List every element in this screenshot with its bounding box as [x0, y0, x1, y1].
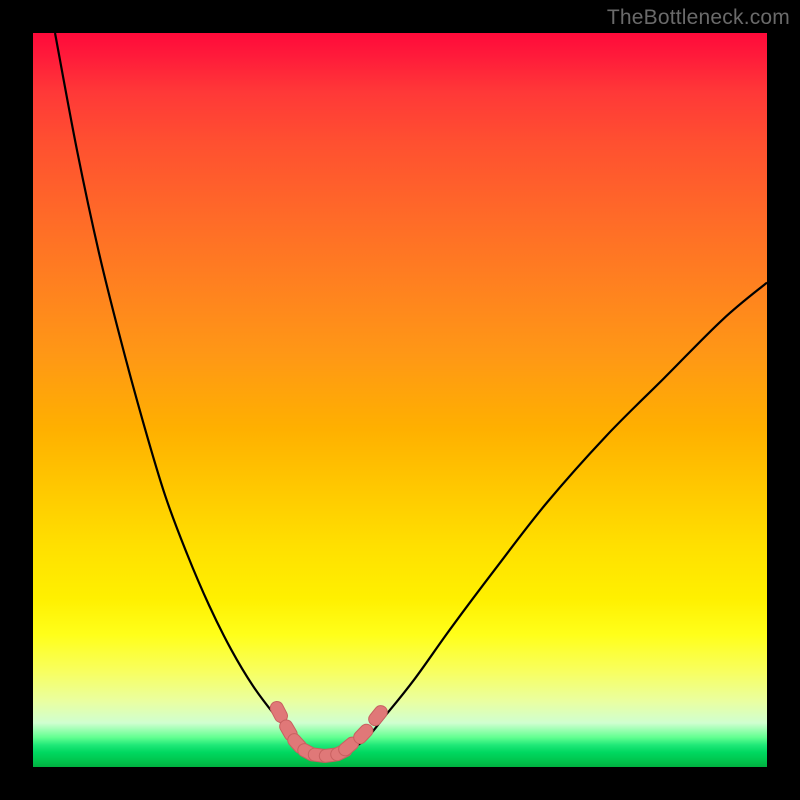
marker-group: [268, 699, 390, 763]
left-curve: [55, 33, 308, 752]
plot-area: [33, 33, 767, 767]
chart-frame: TheBottleneck.com: [0, 0, 800, 800]
curve-group: [55, 33, 767, 756]
right-curve: [341, 283, 767, 753]
watermark-text: TheBottleneck.com: [607, 6, 790, 30]
chart-svg: [33, 33, 767, 767]
